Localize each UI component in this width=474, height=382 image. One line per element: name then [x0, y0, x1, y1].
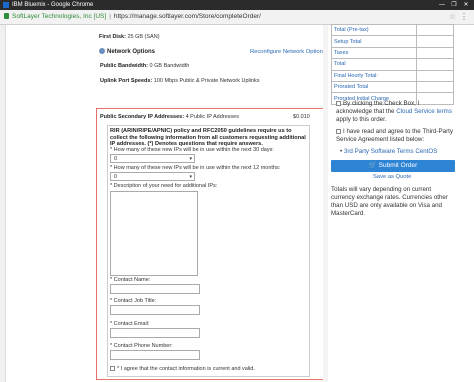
q2-select-value: 0: [114, 174, 118, 180]
agree-contact-row: * I agree that the contact information i…: [110, 366, 255, 372]
cloud-terms-checkbox[interactable]: [336, 101, 341, 106]
first-disk-value: 25 GB (SAN): [127, 34, 160, 40]
left-scrollbar[interactable]: [0, 25, 6, 382]
third-party-text: I have read and agree to the Third-Party…: [336, 128, 453, 143]
public-bandwidth-label: Public Bandwidth:: [100, 63, 148, 69]
window-title: IBM Bluemix - Google Chrome: [12, 2, 94, 8]
chevron-down-icon: ▾: [189, 156, 192, 162]
public-bandwidth-value: 0 GB Bandwidth: [149, 63, 190, 69]
q2-select[interactable]: 0 ▾: [110, 172, 195, 181]
q3-label: * Description of your need for additiona…: [110, 183, 218, 189]
contact-job-label: * Contact Job Title:: [110, 298, 157, 304]
summary-row: Taxes: [331, 46, 454, 60]
maximize-button[interactable]: ❐: [448, 0, 460, 10]
cloud-terms-agreement: By clicking the Check Box, I acknowledge…: [336, 100, 454, 124]
summary-label: Final Hourly Total:: [331, 69, 417, 82]
network-options-heading: Network Options: [99, 48, 155, 55]
agree-contact-label: * I agree that the contact information i…: [117, 366, 255, 372]
reconfigure-network-link[interactable]: Reconfigure Network Options: [250, 49, 326, 55]
summary-value: [416, 35, 454, 48]
summary-value: [416, 46, 454, 60]
third-party-terms-link[interactable]: 3rd Party Software Terms CentOS: [344, 148, 437, 155]
url-separator: |: [109, 13, 111, 20]
url-text[interactable]: https://manage.softlayer.com/Store/compl…: [114, 13, 261, 20]
first-disk-row: First Disk: 25 GB (SAN): [99, 34, 160, 40]
contact-name-label: * Contact Name:: [110, 277, 151, 283]
summary-label: Taxes: [331, 46, 417, 60]
secondary-ip-label: Public Secondary IP Addresses:: [100, 114, 185, 120]
order-summary-table: Total (Pre-tax) Setup Total Taxes Total …: [331, 23, 454, 105]
secondary-ip-value: 4 Public IP Addresses: [185, 114, 239, 120]
network-options-title: Network Options: [107, 49, 156, 55]
address-bar[interactable]: SoftLayer Technologies, Inc [US] | https:/…: [0, 10, 474, 25]
contact-email-label: * Contact Email:: [110, 321, 150, 327]
uplink-value: 100 Mbps Public & Private Network Uplink…: [153, 78, 260, 84]
summary-value: [416, 58, 454, 71]
uplink-label: Uplink Port Speeds:: [100, 78, 153, 84]
q2-label: * How many of these new IPs will be in u…: [110, 165, 281, 171]
window-titlebar: IBM Bluemix - Google Chrome — ❐ ✕: [0, 0, 474, 10]
summary-label: Setup Total: [331, 35, 417, 48]
q1-select-value: 0: [114, 156, 118, 162]
summary-row: Total: [331, 58, 454, 71]
lock-icon: [4, 13, 9, 19]
summary-row: Total (Pre-tax): [331, 23, 454, 37]
submit-order-label: Submit Order: [378, 162, 418, 169]
rir-policy-text: RIR (ARIN/RIPE/APNIC) policy and RFC2050…: [110, 128, 306, 147]
submit-order-button[interactable]: 🛒 Submit Order: [331, 160, 455, 172]
save-as-quote-link[interactable]: Save as Quote: [373, 174, 411, 180]
minimize-button[interactable]: —: [436, 0, 448, 10]
right-scrollbar[interactable]: [323, 25, 328, 382]
currency-note: Totals will vary depending on current cu…: [331, 186, 448, 217]
contact-phone-input[interactable]: [110, 350, 200, 360]
uplink-row: Uplink Port Speeds: 100 Mbps Public & Pr…: [100, 78, 260, 84]
summary-label: Total (Pre-tax): [331, 23, 417, 37]
contact-phone-label: * Contact Phone Number:: [110, 343, 173, 349]
q1-select[interactable]: 0 ▾: [110, 154, 195, 163]
public-bandwidth-row: Public Bandwidth: 0 GB Bandwidth: [100, 63, 189, 69]
summary-label: Total: [331, 58, 417, 71]
contact-job-input[interactable]: [110, 305, 200, 315]
chevron-down-icon: ▾: [189, 174, 192, 180]
summary-value: [416, 80, 454, 94]
cloud-terms-post: apply to this order.: [336, 116, 387, 123]
cloud-service-terms-link[interactable]: Cloud Service terms: [396, 108, 452, 115]
contact-email-input[interactable]: [110, 328, 200, 338]
menu-icon[interactable]: ⋮: [460, 10, 468, 24]
summary-row: Final Hourly Total:: [331, 69, 454, 82]
secondary-ip-price: $0.010: [293, 114, 310, 120]
summary-value: [416, 69, 454, 82]
cart-icon: 🛒: [368, 162, 377, 169]
bullet-icon: •: [340, 148, 343, 155]
summary-row: Prorated Total: [331, 80, 454, 94]
close-button[interactable]: ✕: [460, 0, 472, 10]
site-identity[interactable]: SoftLayer Technologies, Inc [US]: [12, 13, 106, 20]
need-description-textarea[interactable]: [110, 191, 198, 276]
third-party-link-item: • 3rd Party Software Terms CentOS: [340, 148, 437, 155]
first-disk-label: First Disk:: [99, 34, 126, 40]
summary-label: Prorated Total: [331, 80, 417, 94]
chrome-icon: [3, 2, 9, 8]
third-party-agreement: I have read and agree to the Third-Party…: [336, 128, 454, 144]
q1-label: * How many of these new IPs will be in u…: [110, 147, 274, 153]
contact-name-input[interactable]: [110, 284, 200, 294]
summary-value: [416, 23, 454, 37]
bookmark-star-icon[interactable]: ☆: [449, 10, 456, 24]
network-icon: [99, 48, 105, 54]
third-party-checkbox[interactable]: [336, 129, 341, 134]
secondary-ip-row: Public Secondary IP Addresses: 4 Public …: [100, 114, 239, 120]
agree-contact-checkbox[interactable]: [110, 366, 115, 371]
summary-row: Setup Total: [331, 35, 454, 48]
